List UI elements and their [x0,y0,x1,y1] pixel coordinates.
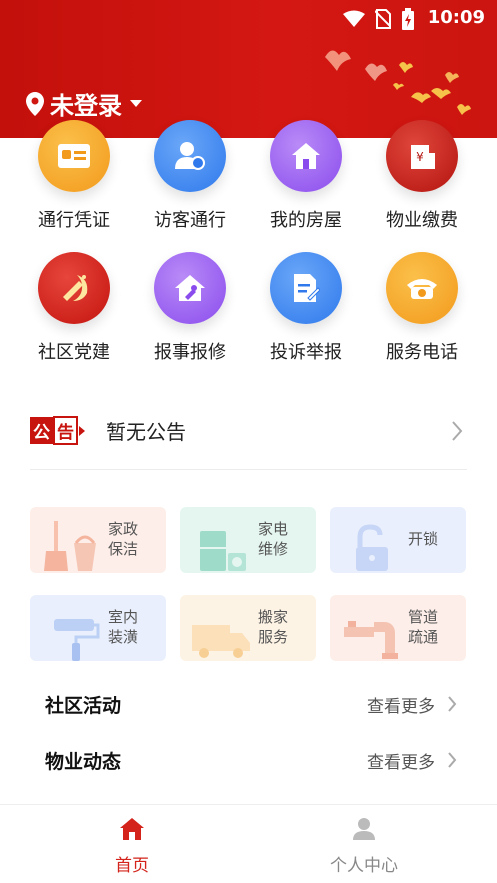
user-icon [353,818,375,840]
grid-item-service-phone[interactable]: 服务电话 [367,252,477,364]
unlock-icon [356,524,388,571]
section-title: 社区活动 [45,694,122,717]
chevron-right-icon [452,421,463,441]
chevron-right-icon [448,752,457,768]
grid-label: 服务电话 [386,342,458,363]
badge-arrow-icon [79,425,85,436]
section-property-news[interactable]: 物业动态 查看更多 [45,740,457,780]
card-label: 室内 装潢 [108,608,139,646]
notice-badge-part1: 公 [30,417,53,444]
grid-label: 社区党建 [38,342,110,363]
doves-decoration-icon [325,50,471,115]
chevron-right-icon [448,696,457,712]
service-card-unlock[interactable]: 开锁 [330,507,466,573]
bottom-navigation: 首页 个人中心 [0,804,497,883]
notice-text: 暂无公告 [106,420,186,444]
location-text: 未登录 [50,92,122,120]
card-label: 家政 保洁 [108,520,139,558]
header-banner: 10:09 未登录 [0,0,497,138]
pipe-icon [344,621,398,659]
no-sim-icon [375,9,391,29]
status-bar: 10:09 [0,0,497,36]
grid-item-property-fee[interactable]: ¥ 物业缴费 [367,120,477,232]
grid-label: 投诉举报 [270,342,342,363]
notice-bar[interactable]: 公 告 暂无公告 [30,408,467,470]
moving-truck-icon [192,625,250,658]
house-icon [270,120,342,192]
status-icons [343,8,415,30]
battery-icon [402,8,414,30]
nav-label: 首页 [115,856,149,876]
view-more-link[interactable]: 查看更多 [367,692,457,717]
section-community-activities[interactable]: 社区活动 查看更多 [45,684,457,724]
repair-icon [154,252,226,324]
status-time: 10:09 [427,7,485,28]
grid-label: 我的房屋 [270,210,342,231]
payment-icon: ¥ [386,120,458,192]
service-card-decoration[interactable]: 室内 装潢 [30,595,166,661]
party-emblem-icon [38,252,110,324]
location-selector[interactable]: 未登录 [26,86,142,121]
nav-tab-profile[interactable]: 个人中心 [304,817,424,876]
location-pin-icon [26,91,44,116]
section-title: 物业动态 [45,750,122,773]
paint-roller-icon [54,619,100,661]
service-card-appliance-repair[interactable]: 家电 维修 [180,507,316,573]
grid-item-pass[interactable]: 通行凭证 [19,120,129,232]
svg-text:¥: ¥ [416,150,424,164]
grid-label: 访客通行 [154,210,226,231]
service-card-pipe-dredging[interactable]: 管道 疏通 [330,595,466,661]
grid-item-party-building[interactable]: 社区党建 [19,252,129,364]
grid-item-my-house[interactable]: 我的房屋 [251,120,361,232]
cleaning-icon [44,521,96,571]
grid-label: 通行凭证 [38,210,110,231]
grid-item-complaint[interactable]: 投诉举报 [251,252,361,364]
card-label: 开锁 [408,530,439,548]
id-card-icon [38,120,110,192]
home-icon [120,818,144,840]
notice-badge: 公 告 [30,416,86,445]
complaint-icon [270,252,342,324]
phone-icon [386,252,458,324]
grid-label: 物业缴费 [386,210,458,231]
view-more-link[interactable]: 查看更多 [367,748,457,773]
dropdown-caret-icon [130,100,142,107]
service-card-moving[interactable]: 搬家 服务 [180,595,316,661]
nav-tab-home[interactable]: 首页 [72,817,192,876]
wifi-icon [343,10,365,27]
card-label: 搬家 服务 [258,608,289,646]
card-label: 管道 疏通 [408,608,439,646]
service-card-cleaning[interactable]: 家政 保洁 [30,507,166,573]
grid-item-visitor[interactable]: 访客通行 [135,120,245,232]
visitor-icon [154,120,226,192]
view-more-label: 查看更多 [367,696,435,717]
grid-item-repair[interactable]: 报事报修 [135,252,245,364]
view-more-label: 查看更多 [367,752,435,773]
nav-label: 个人中心 [330,856,398,876]
notice-badge-part2: 告 [53,416,78,445]
appliance-icon [200,531,246,571]
card-label: 家电 维修 [258,520,289,558]
grid-label: 报事报修 [154,342,226,363]
